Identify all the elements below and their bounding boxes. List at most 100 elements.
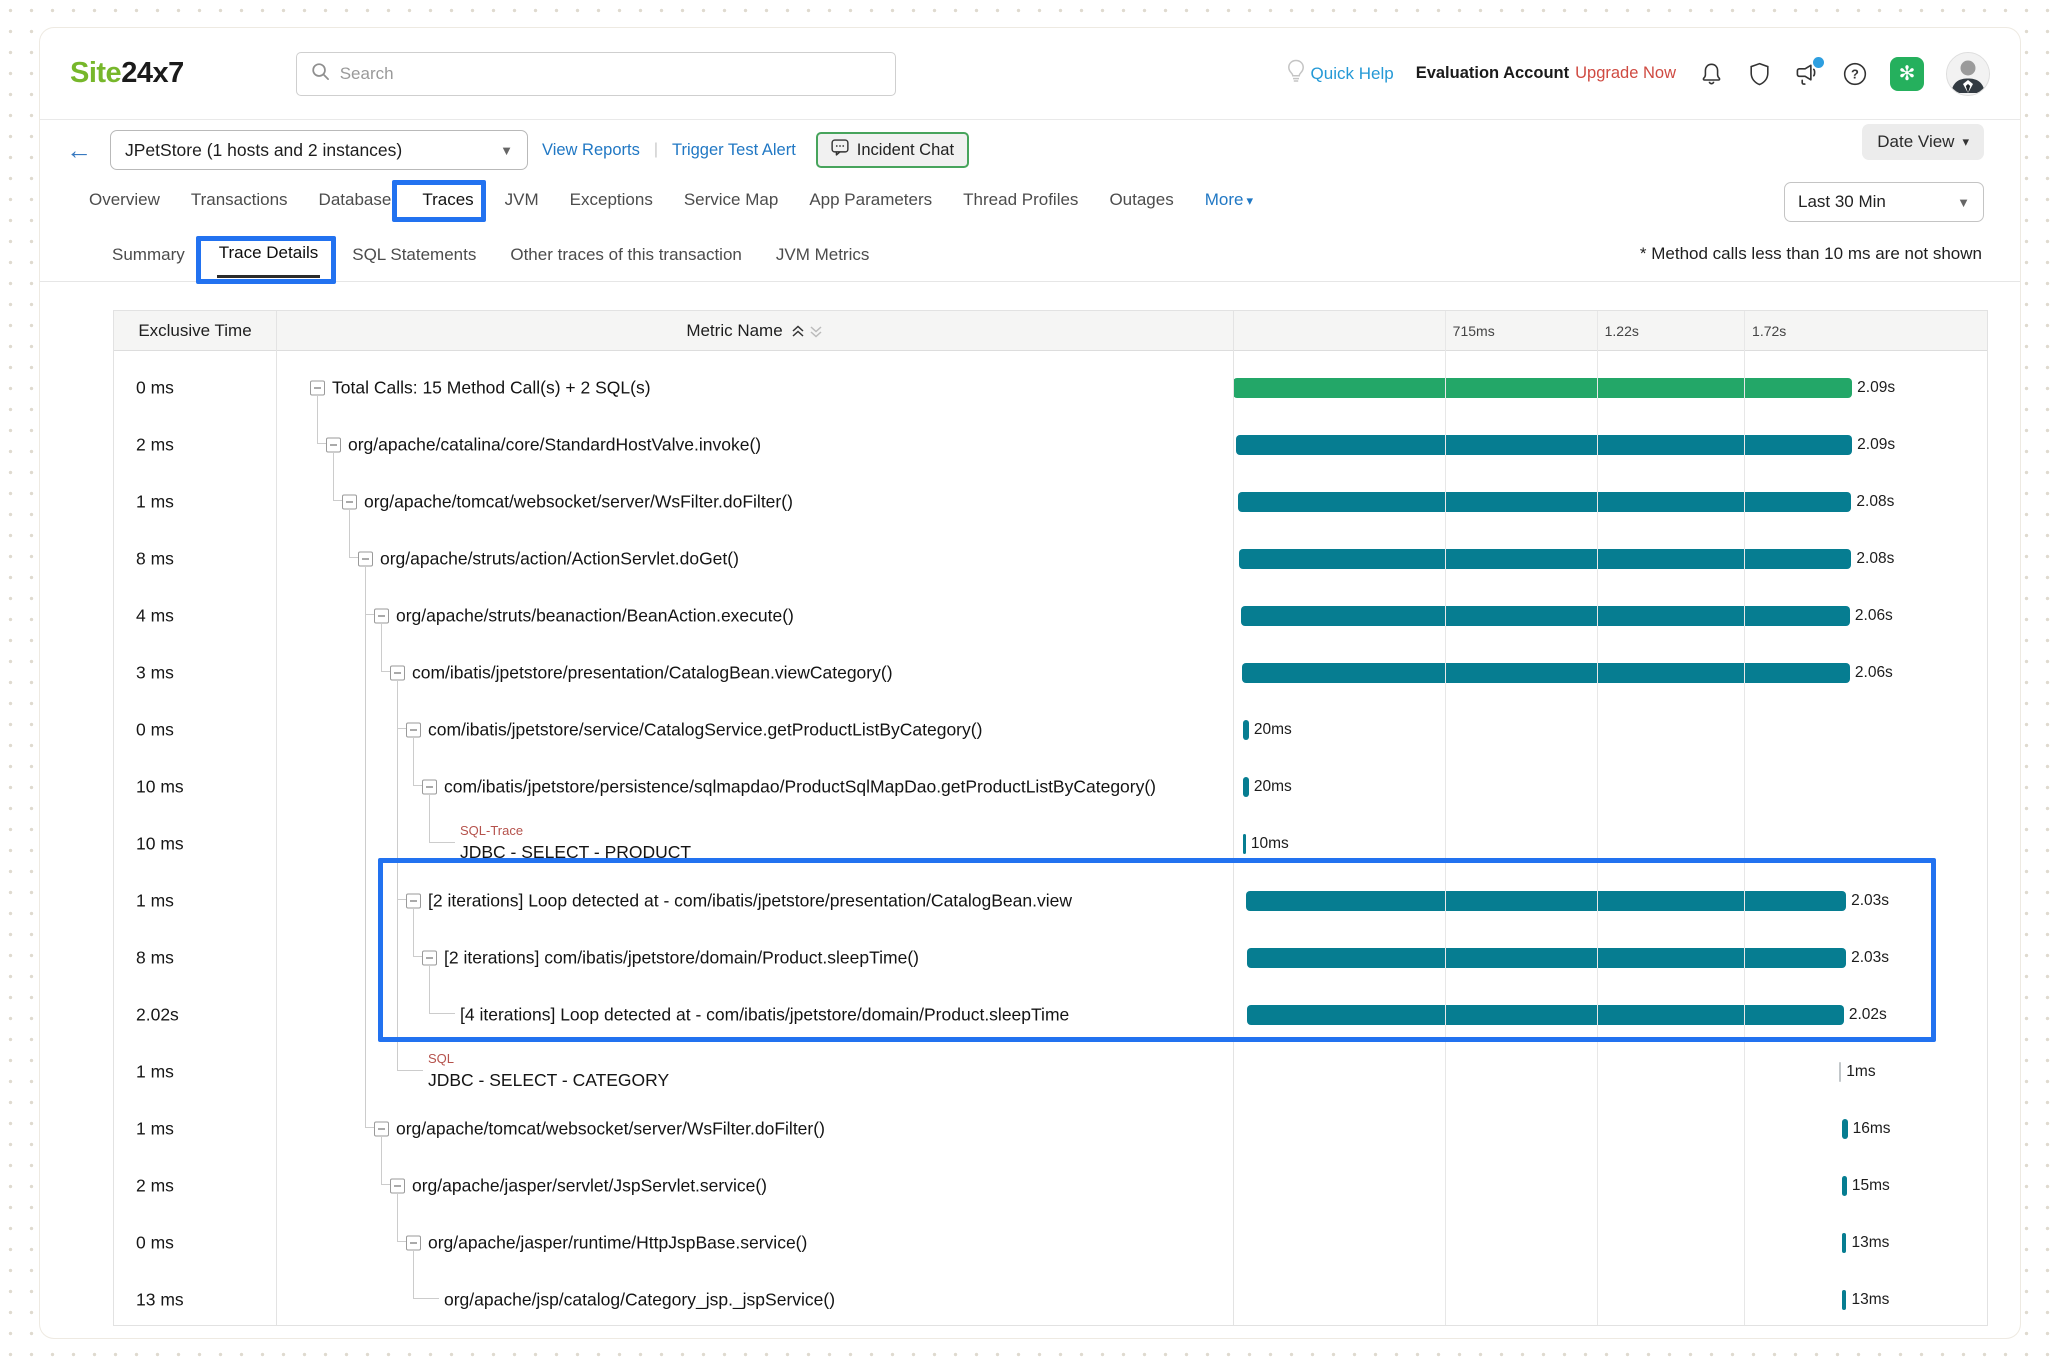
tree-connector-line: [381, 624, 390, 672]
trace-row[interactable]: 0 ms Total Calls: 15 Method Call(s) + 2 S…: [114, 359, 1987, 416]
tab-transactions[interactable]: Transactions: [189, 184, 290, 216]
trace-details-table: Exclusive Time Metric Name 0 ms Total Cal…: [113, 310, 1988, 1326]
notifications-bell-icon[interactable]: [1698, 61, 1724, 87]
tab-outages[interactable]: Outages: [1107, 184, 1175, 216]
trace-row[interactable]: 1 ms org/apache/tomcat/websocket/server/W…: [114, 1100, 1987, 1157]
collapse-expander-icon[interactable]: [390, 665, 405, 680]
tab-traces[interactable]: Traces: [420, 184, 475, 216]
sql-tag-label: SQL: [428, 1051, 455, 1066]
link-divider: |: [653, 141, 658, 158]
time-range-value: Last 30 Min: [1798, 192, 1886, 211]
duration-bar: [1242, 833, 1246, 854]
exclusive-time-value: 0 ms: [136, 1232, 174, 1252]
help-question-icon[interactable]: ?: [1842, 61, 1868, 87]
metric-cell: org/apache/struts/beanaction/BeanAction.…: [276, 587, 1233, 644]
trace-row[interactable]: 1 ms SQL JDBC - SELECT - CATEGORY 1ms: [114, 1043, 1987, 1100]
collapse-expander-icon[interactable]: [342, 494, 357, 509]
subtab-summary[interactable]: Summary: [110, 231, 187, 277]
trace-row[interactable]: 0 ms org/apache/jasper/runtime/HttpJspBas…: [114, 1214, 1987, 1271]
time-range-dropdown[interactable]: Last 30 Min ▼: [1784, 182, 1984, 222]
column-header-metric-name[interactable]: Metric Name: [276, 311, 1233, 351]
metric-label: [2 iterations] Loop detected at - com/ib…: [428, 890, 1072, 910]
tab-overview[interactable]: Overview: [87, 184, 162, 216]
monitor-selector-value: JPetStore (1 hosts and 2 instances): [125, 139, 403, 160]
trace-row[interactable]: 13 ms org/apache/jsp/catalog/Category_jsp…: [114, 1271, 1987, 1328]
tab-service-map[interactable]: Service Map: [682, 184, 780, 216]
date-view-label: Date View: [1877, 132, 1955, 151]
incident-chat-label: Incident Chat: [856, 140, 955, 159]
collapse-expander-icon[interactable]: [422, 779, 437, 794]
ai-assistant-icon[interactable]: ✻: [1890, 56, 1924, 91]
trace-row[interactable]: 8 ms org/apache/struts/action/ActionServl…: [114, 530, 1987, 587]
exclusive-time-value: 0 ms: [136, 377, 174, 397]
exclusive-time-value: 10 ms: [136, 776, 184, 796]
tab-jvm[interactable]: JVM: [503, 184, 541, 216]
trace-row[interactable]: 8 ms [2 iterations] com/ibatis/jpetstore/…: [114, 929, 1987, 986]
collapse-expander-icon[interactable]: [358, 551, 373, 566]
tab-database[interactable]: Database: [317, 184, 394, 216]
collapse-expander-icon[interactable]: [310, 380, 325, 395]
incident-chat-button[interactable]: Incident Chat: [815, 132, 970, 168]
search-input[interactable]: [339, 63, 881, 84]
metric-cell: Total Calls: 15 Method Call(s) + 2 SQL(s…: [276, 359, 1233, 416]
metric-label: org/apache/jsp/catalog/Category_jsp._jsp…: [444, 1289, 836, 1309]
tab-more[interactable]: More ▾: [1203, 184, 1255, 216]
page: Site24x7 Quick Help Evaluation Account Up…: [0, 0, 2060, 1366]
metric-cell: org/apache/catalina/core/StandardHostVal…: [276, 416, 1233, 473]
duration-bar: [1842, 1175, 1847, 1196]
exclusive-time-value: 1 ms: [136, 1118, 174, 1138]
duration-label: 2.06s: [1854, 606, 1893, 624]
announcements-megaphone-icon[interactable]: [1794, 56, 1824, 87]
duration-label: 2.08s: [1856, 549, 1895, 567]
date-view-button[interactable]: Date View ▾: [1862, 124, 1984, 160]
duration-label: 13ms: [1851, 1290, 1890, 1308]
metric-label: org/apache/tomcat/websocket/server/WsFil…: [364, 491, 793, 511]
collapse-expander-icon[interactable]: [406, 1235, 421, 1250]
quick-help-label: Quick Help: [1310, 63, 1394, 83]
tree-connector-line: [381, 1137, 390, 1185]
collapse-expander-icon[interactable]: [374, 608, 389, 623]
global-search[interactable]: [295, 51, 896, 96]
view-reports-link[interactable]: View Reports: [542, 141, 640, 160]
trace-row[interactable]: 4 ms org/apache/struts/beanaction/BeanAct…: [114, 587, 1987, 644]
sort-icons[interactable]: [791, 324, 823, 338]
security-shield-icon[interactable]: [1746, 61, 1772, 87]
time-gridline: [1596, 311, 1598, 1325]
trace-row[interactable]: 3 ms com/ibatis/jpetstore/presentation/Ca…: [114, 644, 1987, 701]
tab-app-parameters[interactable]: App Parameters: [807, 184, 934, 216]
metric-label: org/apache/jasper/runtime/HttpJspBase.se…: [428, 1232, 808, 1252]
user-avatar[interactable]: [1946, 51, 1990, 96]
collapse-expander-icon[interactable]: [326, 437, 341, 452]
trace-row[interactable]: 1 ms org/apache/tomcat/websocket/server/W…: [114, 473, 1987, 530]
subtab-sql-statements[interactable]: SQL Statements: [350, 231, 478, 277]
subtab-trace-details[interactable]: Trace Details: [216, 229, 321, 278]
trace-row[interactable]: 2 ms org/apache/jasper/servlet/JspServlet…: [114, 1157, 1987, 1214]
trace-row[interactable]: 0 ms com/ibatis/jpetstore/service/Catalog…: [114, 701, 1987, 758]
tab-bar: Overview Transactions Database Traces JVM Exc…: [87, 184, 1255, 216]
sort-asc-icon: [792, 324, 804, 337]
subtab-other-traces-of-this-transaction[interactable]: Other traces of this transaction: [508, 231, 744, 277]
subtab-jvm-metrics[interactable]: JVM Metrics: [774, 231, 872, 277]
upgrade-now-link[interactable]: Upgrade Now: [1575, 64, 1676, 82]
metric-label: org/apache/catalina/core/StandardHostVal…: [348, 434, 762, 454]
trigger-test-alert-link[interactable]: Trigger Test Alert: [672, 141, 796, 160]
collapse-expander-icon[interactable]: [422, 950, 437, 965]
collapse-expander-icon[interactable]: [374, 1121, 389, 1136]
monitor-selector-dropdown[interactable]: JPetStore (1 hosts and 2 instances) ▼: [110, 130, 528, 170]
back-arrow-button[interactable]: ←: [66, 137, 92, 163]
trace-row[interactable]: 2 ms org/apache/catalina/core/StandardHos…: [114, 416, 1987, 473]
table-header: Exclusive Time Metric Name: [114, 311, 1987, 351]
collapse-expander-icon[interactable]: [390, 1178, 405, 1193]
duration-bar: [1239, 548, 1852, 569]
chevron-down-icon: ▾: [1246, 193, 1253, 208]
site24x7-logo: Site24x7: [70, 57, 184, 90]
trace-row[interactable]: 10 ms com/ibatis/jpetstore/persistence/sq…: [114, 758, 1987, 815]
tab-exceptions[interactable]: Exceptions: [568, 184, 655, 216]
quick-help-button[interactable]: Quick Help: [1287, 59, 1394, 88]
trace-row[interactable]: 1 ms [2 iterations] Loop detected at - co…: [114, 872, 1987, 929]
exclusive-time-value: 3 ms: [136, 662, 174, 682]
trace-row[interactable]: 10 ms SQL-Trace JDBC - SELECT - PRODUCT 10m…: [114, 815, 1987, 872]
column-header-exclusive-time[interactable]: Exclusive Time: [114, 311, 276, 351]
trace-row[interactable]: 2.02s [4 iterations] Loop detected at - c…: [114, 986, 1987, 1043]
tab-thread-profiles[interactable]: Thread Profiles: [961, 184, 1080, 216]
